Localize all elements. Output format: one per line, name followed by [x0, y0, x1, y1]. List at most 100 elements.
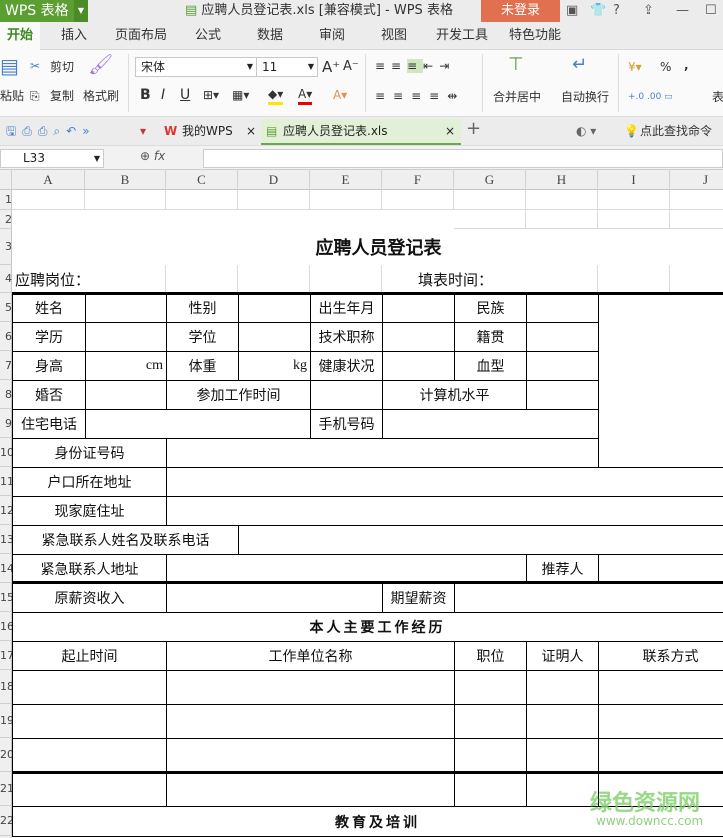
- empty-cell[interactable]: [526, 351, 599, 381]
- tab-data[interactable]: 数据: [248, 22, 292, 50]
- increase-font-icon[interactable]: A⁺: [322, 59, 340, 75]
- select-all-button[interactable]: [0, 170, 12, 190]
- cell-position[interactable]: 应聘岗位：: [12, 265, 90, 293]
- command-search[interactable]: 点此查找命令: [640, 123, 712, 139]
- cell-native[interactable]: 籍贯: [454, 322, 527, 352]
- cell-health[interactable]: 健康状况: [310, 351, 383, 381]
- scissors-icon[interactable]: ✂: [30, 58, 40, 74]
- cell-employer[interactable]: 工作单位名称: [166, 641, 455, 671]
- cell-blood[interactable]: 血型: [454, 351, 527, 381]
- cell-expected-salary[interactable]: 期望薪资: [382, 583, 455, 613]
- empty-cell[interactable]: [85, 409, 311, 439]
- tab-home[interactable]: 开始: [0, 22, 40, 50]
- copy-button[interactable]: 复制: [50, 88, 74, 104]
- empty-cell[interactable]: [454, 704, 527, 739]
- grid-cell[interactable]: [166, 265, 238, 293]
- paste-icon[interactable]: ▤: [0, 56, 19, 76]
- shirt-icon[interactable]: 👕: [590, 2, 606, 20]
- empty-cell[interactable]: [382, 351, 455, 381]
- cell-emergency[interactable]: 紧急联系人姓名及联系电话: [12, 525, 239, 555]
- tab-view[interactable]: 视图: [372, 22, 416, 50]
- empty-cell[interactable]: [166, 438, 599, 468]
- row-header-cell[interactable]: 19: [0, 704, 12, 738]
- empty-cell[interactable]: [85, 293, 167, 323]
- copy-icon[interactable]: ⎘: [30, 88, 40, 104]
- row-header-cell[interactable]: 17: [0, 641, 12, 670]
- percent-button[interactable]: %: [660, 59, 671, 75]
- row-header-cell[interactable]: 20: [0, 738, 12, 772]
- cell-referrer[interactable]: 推荐人: [526, 554, 599, 584]
- empty-cell[interactable]: [526, 293, 599, 323]
- sync-icon[interactable]: ◐ ▾: [576, 123, 596, 139]
- grid-cell[interactable]: [670, 210, 723, 229]
- comma-button[interactable]: ,: [684, 57, 689, 73]
- cell-post[interactable]: 职位: [454, 641, 527, 671]
- grid-cell[interactable]: [454, 190, 526, 210]
- row-header-cell[interactable]: 21: [0, 772, 12, 806]
- cell-height[interactable]: 身高: [12, 351, 86, 381]
- cell-address[interactable]: 现家庭住址: [12, 496, 167, 526]
- tab-developer[interactable]: 开发工具: [432, 22, 492, 50]
- horizontal-align-icons[interactable]: ≡≡≡≡⇹: [375, 88, 465, 104]
- minimize-icon[interactable]: —: [676, 2, 689, 20]
- cell-title[interactable]: 应聘人员登记表: [12, 229, 723, 265]
- row-header-cell[interactable]: 4: [0, 265, 12, 293]
- close-icon[interactable]: ×: [445, 119, 455, 143]
- vertical-align-icons[interactable]: ≡≡≡⇤⇥: [375, 58, 455, 74]
- empty-cell[interactable]: [166, 554, 527, 584]
- cell-computer[interactable]: 计算机水平: [382, 380, 527, 410]
- empty-cell[interactable]: [598, 670, 723, 705]
- grid-cell[interactable]: [85, 265, 166, 293]
- skin-icon[interactable]: ▣: [566, 2, 578, 20]
- new-tab-icon[interactable]: +: [466, 120, 481, 138]
- empty-cell[interactable]: [598, 293, 723, 468]
- cell-contact[interactable]: 联系方式: [598, 641, 723, 671]
- merge-icon[interactable]: ⊤: [508, 56, 524, 74]
- font-size-select[interactable]: 11 ▼: [256, 57, 318, 77]
- cell-witness[interactable]: 证明人: [526, 641, 599, 671]
- column-header-cell[interactable]: F: [382, 170, 454, 190]
- empty-cell[interactable]: [12, 738, 167, 773]
- cell-name[interactable]: 姓名: [12, 293, 86, 323]
- row-header-cell[interactable]: 18: [0, 670, 12, 704]
- cell-fill-date[interactable]: 填表时间：: [382, 265, 526, 293]
- cell-work-history[interactable]: 本人主要工作经历: [12, 612, 723, 642]
- format-painter-icon[interactable]: 🖌: [88, 54, 113, 74]
- empty-cell[interactable]: [454, 583, 723, 613]
- table-style-button[interactable]: 表: [712, 89, 723, 105]
- empty-cell[interactable]: [598, 704, 723, 739]
- upload-icon[interactable]: ⇪: [643, 2, 654, 20]
- wrap-icon[interactable]: ↵: [572, 56, 587, 74]
- tab-page-layout[interactable]: 页面布局: [110, 22, 172, 50]
- cell-ethnicity[interactable]: 民族: [454, 293, 527, 323]
- decrease-font-icon[interactable]: A⁻: [343, 59, 359, 75]
- app-menu-button[interactable]: WPS 表格 ▼: [0, 0, 88, 22]
- paste-button[interactable]: 粘贴: [0, 88, 24, 104]
- font-color-icon[interactable]: A▾: [298, 86, 313, 105]
- bold-button[interactable]: B: [140, 87, 151, 103]
- merge-center-button[interactable]: 合并居中: [493, 89, 541, 105]
- fill-color-icon[interactable]: ◆▾: [268, 86, 284, 105]
- row-header-cell[interactable]: 13: [0, 525, 12, 554]
- column-header-cell[interactable]: C: [166, 170, 238, 190]
- grid-cell[interactable]: [526, 190, 598, 210]
- grid-cell[interactable]: [598, 190, 670, 210]
- empty-cell[interactable]: [166, 738, 455, 773]
- empty-cell[interactable]: [382, 409, 599, 439]
- grid-cell[interactable]: [238, 190, 310, 210]
- empty-cell[interactable]: [526, 322, 599, 352]
- tab-review[interactable]: 审阅: [310, 22, 354, 50]
- formula-input[interactable]: [203, 149, 723, 168]
- row-header-cell[interactable]: 1: [0, 190, 12, 210]
- empty-cell[interactable]: [526, 380, 599, 410]
- empty-cell[interactable]: [12, 670, 167, 705]
- row-header-cell[interactable]: 9: [0, 409, 12, 438]
- empty-cell[interactable]: [310, 380, 383, 410]
- grid-cell[interactable]: [598, 210, 670, 229]
- name-box[interactable]: L33 ▼: [0, 149, 104, 168]
- currency-icon[interactable]: ¥▾: [628, 59, 642, 75]
- cell-tech-title[interactable]: 技术职称: [310, 322, 383, 352]
- tab-document[interactable]: ▤ 应聘人员登记表.xls ×: [261, 119, 461, 145]
- row-header-cell[interactable]: 2: [0, 210, 12, 229]
- cut-button[interactable]: 剪切: [50, 59, 74, 75]
